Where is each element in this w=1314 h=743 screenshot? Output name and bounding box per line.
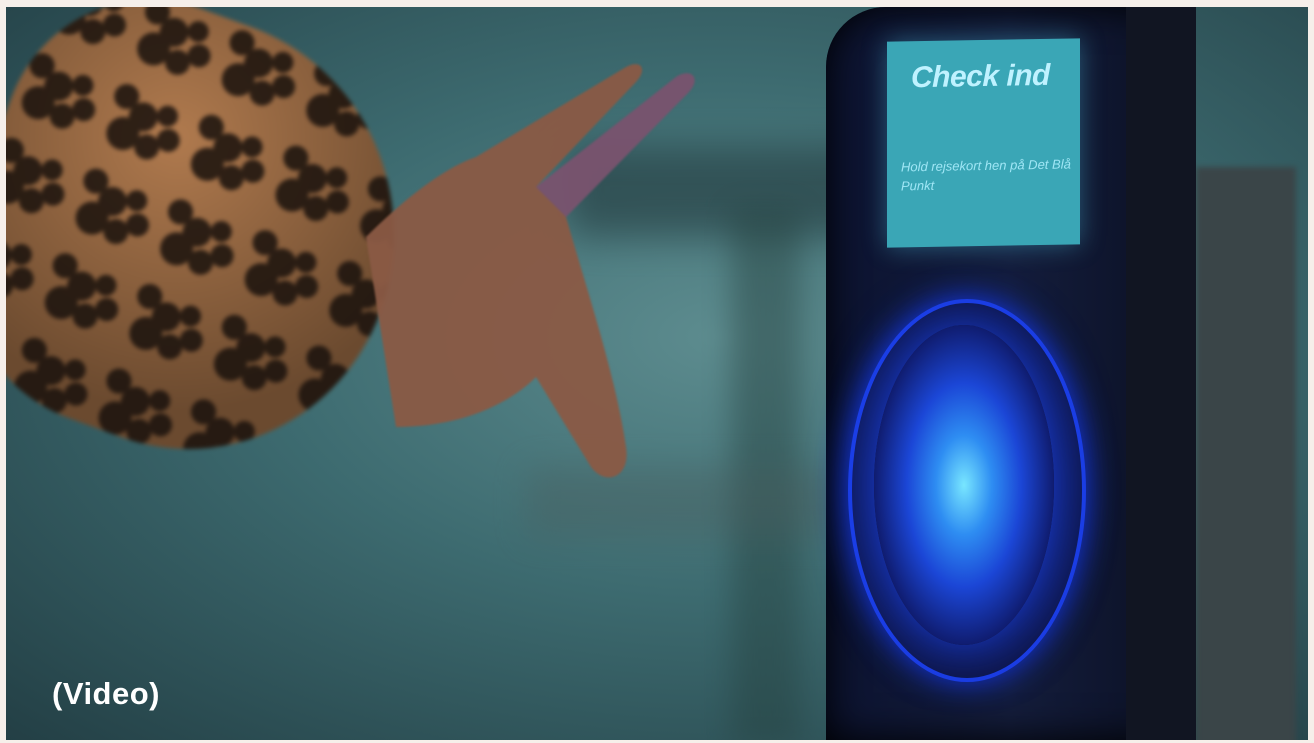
turnstile-post bbox=[1196, 167, 1296, 740]
page-frame: Check ind Hold rejsekort hen på Det Blå … bbox=[0, 0, 1314, 743]
hand-image bbox=[366, 64, 695, 478]
reader-screen: Check ind Hold rejsekort hen på Det Blå … bbox=[887, 38, 1080, 248]
card-reader-side bbox=[1126, 7, 1196, 740]
screen-title: Check ind bbox=[911, 58, 1050, 95]
screen-subtitle: Hold rejsekort hen på Det Blå Punkt bbox=[901, 156, 1071, 194]
video-caption: (Video) bbox=[52, 676, 160, 711]
blue-point-glow bbox=[874, 325, 1054, 645]
video-player[interactable]: Check ind Hold rejsekort hen på Det Blå … bbox=[6, 7, 1308, 740]
